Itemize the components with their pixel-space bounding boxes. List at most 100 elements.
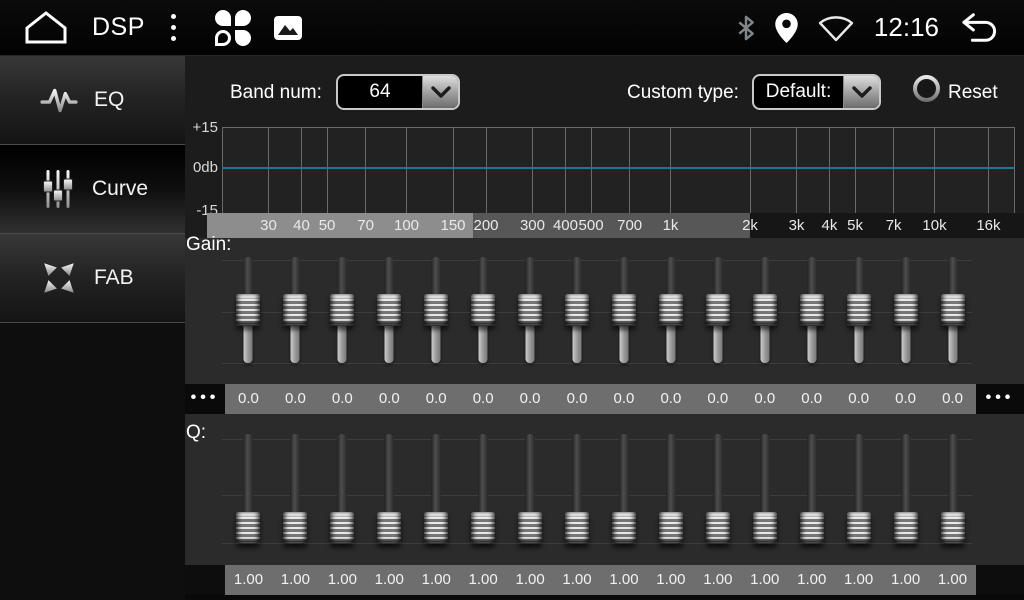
gain-slider[interactable] (741, 255, 788, 365)
q-value: 1.00 (366, 565, 413, 595)
gain-slider[interactable] (272, 255, 319, 365)
q-slider[interactable] (788, 432, 835, 545)
slider-thumb[interactable] (847, 512, 871, 544)
gain-value: 0.0 (882, 384, 929, 414)
q-slider[interactable] (460, 432, 507, 545)
gain-slider[interactable] (788, 255, 835, 365)
gain-slider[interactable] (319, 255, 366, 365)
sidebar-item-fab[interactable]: FAB (0, 234, 185, 323)
q-slider[interactable] (366, 432, 413, 545)
freq-tick-label: 700 (617, 213, 642, 238)
slider-thumb[interactable] (330, 294, 354, 326)
freq-tick-label: 7k (886, 213, 902, 238)
back-arrow-icon[interactable] (958, 11, 1000, 45)
slider-thumb[interactable] (236, 512, 260, 544)
gain-slider[interactable] (882, 255, 929, 365)
q-value: 1.00 (507, 565, 554, 595)
gallery-icon[interactable] (274, 16, 302, 40)
clover-apps-icon[interactable] (214, 8, 254, 48)
slider-thumb[interactable] (847, 294, 871, 326)
custom-type-dropdown[interactable]: Default: (752, 74, 881, 110)
q-slider[interactable] (272, 432, 319, 545)
slider-thumb[interactable] (424, 512, 448, 544)
slider-thumb[interactable] (377, 294, 401, 326)
slider-thumb[interactable] (941, 294, 965, 326)
location-icon (775, 13, 798, 43)
q-slider[interactable] (413, 432, 460, 545)
chevron-down-icon[interactable] (843, 76, 879, 108)
sidebar-item-curve[interactable]: Curve (0, 145, 185, 234)
slider-thumb[interactable] (706, 512, 730, 544)
q-slider[interactable] (647, 432, 694, 545)
gain-slider[interactable] (366, 255, 413, 365)
freq-tick-label: 3k (789, 213, 805, 238)
slider-thumb[interactable] (753, 294, 777, 326)
q-row-right-spacer (976, 565, 1024, 595)
slider-thumb[interactable] (565, 512, 589, 544)
slider-thumb[interactable] (612, 512, 636, 544)
q-slider[interactable] (694, 432, 741, 545)
slider-thumb[interactable] (659, 512, 683, 544)
reset-radio-button[interactable] (913, 75, 940, 102)
grid-line (670, 127, 671, 213)
q-slider[interactable] (225, 432, 272, 545)
slider-thumb[interactable] (283, 294, 307, 326)
gain-slider[interactable] (460, 255, 507, 365)
sidebar-item-eq[interactable]: EQ (0, 56, 185, 145)
q-slider[interactable] (554, 432, 601, 545)
slider-thumb[interactable] (753, 512, 777, 544)
gain-slider[interactable] (647, 255, 694, 365)
slider-thumb[interactable] (800, 512, 824, 544)
slider-thumb[interactable] (894, 294, 918, 326)
q-value: 1.00 (788, 565, 835, 595)
slider-thumb[interactable] (612, 294, 636, 326)
slider-thumb[interactable] (659, 294, 683, 326)
q-slider[interactable] (601, 432, 648, 545)
gain-slider[interactable] (835, 255, 882, 365)
slider-thumb[interactable] (894, 512, 918, 544)
frequency-axis: 304050701001502003004005007001k2k3k4k5k7… (207, 213, 1024, 238)
slider-thumb[interactable] (377, 512, 401, 544)
y-tick-plus15: +15 (185, 119, 218, 136)
gain-slider[interactable] (929, 255, 976, 365)
gain-scroll-right-button[interactable]: ••• (976, 384, 1024, 414)
q-slider[interactable] (835, 432, 882, 545)
gain-slider[interactable] (694, 255, 741, 365)
q-slider[interactable] (507, 432, 554, 545)
chevron-down-icon[interactable] (422, 76, 458, 108)
gain-slider[interactable] (554, 255, 601, 365)
gain-slider[interactable] (507, 255, 554, 365)
slider-thumb[interactable] (518, 512, 542, 544)
grid-line (453, 127, 454, 213)
band-num-dropdown[interactable]: 64 (336, 74, 460, 110)
q-slider[interactable] (741, 432, 788, 545)
q-value: 1.00 (319, 565, 366, 595)
freq-tick-label: 30 (260, 213, 277, 238)
slider-thumb[interactable] (471, 294, 495, 326)
slider-thumb[interactable] (330, 512, 354, 544)
freq-tick-label: 5k (847, 213, 863, 238)
slider-thumb[interactable] (283, 512, 307, 544)
slider-thumb[interactable] (471, 512, 495, 544)
q-slider[interactable] (319, 432, 366, 545)
gain-values-strip: 0.00.00.00.00.00.00.00.00.00.00.00.00.00… (225, 384, 976, 414)
q-slider[interactable] (929, 432, 976, 545)
gain-scroll-left-button[interactable]: ••• (185, 384, 225, 414)
slider-thumb[interactable] (706, 294, 730, 326)
gain-slider[interactable] (225, 255, 272, 365)
freq-tick-label: 200 (473, 213, 498, 238)
slider-thumb[interactable] (518, 294, 542, 326)
slider-thumb[interactable] (236, 294, 260, 326)
grid-line (222, 127, 223, 213)
slider-thumb[interactable] (941, 512, 965, 544)
home-icon[interactable] (24, 10, 68, 46)
grid-line (591, 127, 592, 213)
slider-thumb[interactable] (424, 294, 448, 326)
q-slider[interactable] (882, 432, 929, 545)
kebab-menu-icon[interactable] (167, 10, 180, 45)
grid-line (629, 127, 630, 213)
gain-slider[interactable] (601, 255, 648, 365)
slider-thumb[interactable] (800, 294, 824, 326)
gain-slider[interactable] (413, 255, 460, 365)
slider-thumb[interactable] (565, 294, 589, 326)
